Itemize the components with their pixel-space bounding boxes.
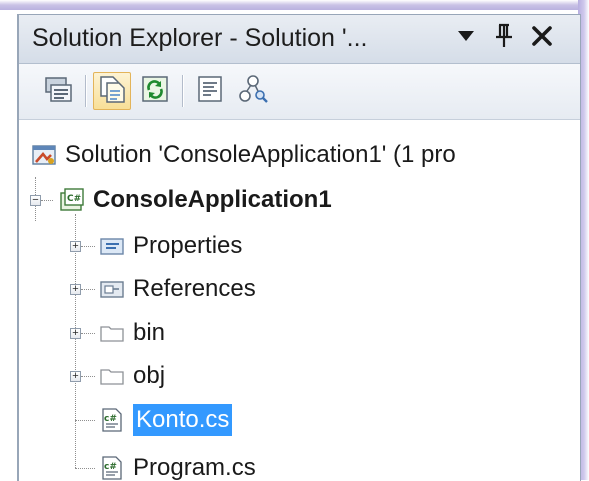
pin-icon (494, 23, 514, 54)
window-frame: Solution Explorer - Solution '... Soluti… (0, 0, 589, 481)
refresh-button[interactable] (136, 72, 174, 110)
refresh-icon (140, 74, 170, 109)
tree-connector (81, 333, 95, 334)
expand-toggle[interactable]: + (70, 328, 81, 339)
close-icon (531, 25, 553, 52)
view-code-button[interactable] (191, 72, 229, 110)
tree-item-label: References (133, 275, 256, 302)
tree-item-solution[interactable]: Solution 'ConsoleApplication1' (1 pro (31, 135, 456, 175)
expand-toggle[interactable]: + (70, 371, 81, 382)
tree-connector (81, 289, 95, 290)
tree-item-references[interactable]: References (99, 269, 256, 309)
folder-icon (99, 363, 125, 389)
toolbar-separator (182, 75, 183, 107)
toolbar (19, 64, 580, 120)
tree-item-properties[interactable]: Properties (99, 226, 242, 266)
tree-connector (81, 376, 95, 377)
title-bar[interactable]: Solution Explorer - Solution '... (19, 15, 580, 64)
tree-item-project[interactable]: C# ConsoleApplication1 (59, 180, 332, 220)
close-button[interactable] (527, 21, 557, 55)
solution-tree: Solution 'ConsoleApplication1' (1 pro − … (19, 120, 580, 481)
class-diagram-icon (238, 74, 268, 109)
show-all-files-button[interactable] (93, 72, 131, 110)
tree-item-label: ConsoleApplication1 (93, 186, 332, 213)
tree-item-label: Program.cs (133, 454, 256, 481)
expand-toggle[interactable]: + (70, 241, 81, 252)
tree-item-program-cs[interactable]: c# Program.cs (99, 448, 256, 481)
svg-text:c#: c# (104, 414, 117, 424)
solution-explorer-panel: Solution Explorer - Solution '... Soluti… (17, 14, 581, 481)
solution-icon (31, 142, 57, 168)
tree-connector (75, 214, 76, 468)
tree-connector (41, 200, 53, 201)
folder-icon (99, 320, 125, 346)
window-menu-button[interactable] (451, 21, 481, 55)
tree-connector (75, 420, 95, 421)
view-class-diagram-button[interactable] (234, 72, 272, 110)
csharp-project-icon: C# (59, 187, 85, 213)
tree-item-label: Properties (133, 232, 243, 259)
triangle-down-icon (457, 29, 475, 47)
window-glow-top (0, 0, 589, 10)
tree-item-obj[interactable]: obj (99, 356, 165, 396)
properties-button[interactable] (39, 72, 77, 110)
window-title: Solution Explorer - Solution '... (32, 24, 368, 52)
tree-item-label: obj (133, 362, 166, 389)
tree-item-konto-cs[interactable]: c# Konto.cs (99, 400, 233, 440)
toolbar-separator (85, 75, 86, 107)
tree-connector (81, 246, 95, 247)
auto-hide-button[interactable] (489, 21, 519, 55)
tree-item-label: Konto.cs (133, 404, 233, 436)
svg-text:C#: C# (67, 194, 81, 204)
references-folder-icon (99, 276, 125, 302)
properties-folder-icon (99, 233, 125, 259)
csharp-file-icon: c# (99, 407, 125, 433)
tree-item-label: bin (133, 319, 166, 346)
tree-item-label: Solution 'ConsoleApplication1' (1 pro (65, 141, 456, 168)
svg-text:c#: c# (104, 462, 117, 472)
expand-toggle[interactable]: + (70, 284, 81, 295)
tree-item-bin[interactable]: bin (99, 313, 165, 353)
tree-connector (75, 468, 95, 469)
properties-window-icon (43, 74, 73, 109)
collapse-toggle[interactable]: − (30, 195, 41, 206)
csharp-file-icon: c# (99, 455, 125, 481)
show-all-files-icon (97, 74, 127, 109)
view-code-icon (195, 74, 225, 109)
